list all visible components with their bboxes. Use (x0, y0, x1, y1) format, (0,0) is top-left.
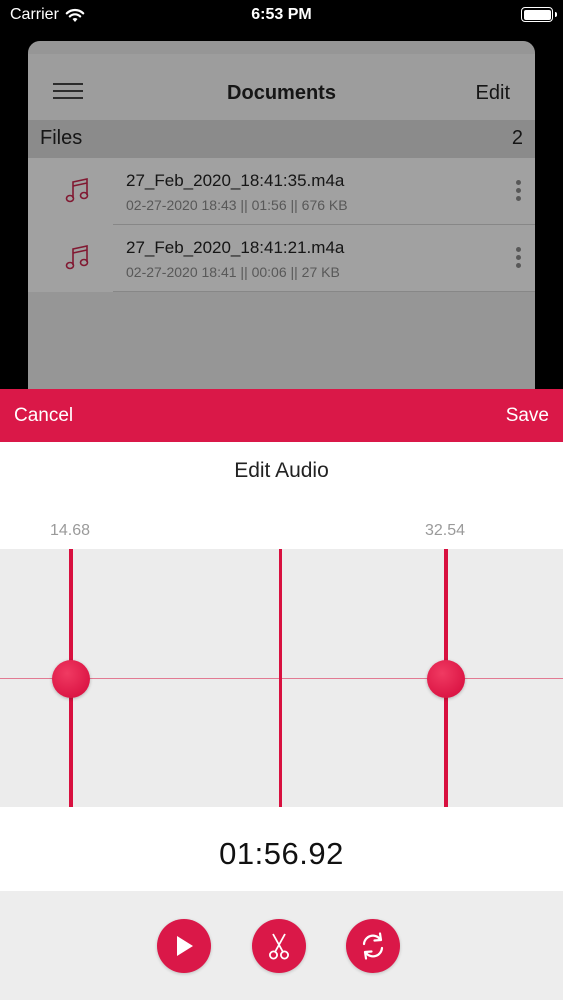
status-bar: Carrier 6:53 PM (0, 0, 563, 30)
music-note-icon (65, 178, 89, 203)
file-list-item[interactable]: 27_Feb_2020_18:41:35.m4a 02-27-2020 18:4… (28, 158, 535, 225)
reset-button[interactable] (346, 919, 400, 973)
battery-icon (521, 7, 557, 22)
save-button[interactable]: Save (506, 405, 549, 427)
end-trim-handle[interactable] (427, 660, 465, 698)
documents-sheet: Documents Edit Files 2 27_Feb_2020_18:41… (28, 41, 535, 401)
edit-button[interactable]: Edit (476, 82, 510, 105)
files-section-header: Files 2 (28, 120, 535, 158)
divider (113, 291, 535, 292)
file-meta: 02-27-2020 18:43 || 01:56 || 676 KB (126, 197, 348, 213)
playhead-line[interactable] (278, 549, 282, 807)
file-list-item[interactable]: 27_Feb_2020_18:41:21.m4a 02-27-2020 18:4… (28, 225, 535, 292)
status-time: 6:53 PM (251, 6, 312, 23)
current-time-display: 01:56.92 (219, 836, 344, 871)
refresh-icon (362, 932, 384, 960)
scissors-icon (269, 933, 289, 960)
documents-header: Documents Edit (28, 54, 535, 120)
edit-audio-panel: Cancel Save Edit Audio 14.68 32.54 01:56… (0, 389, 563, 1000)
documents-title: Documents (227, 82, 336, 104)
playback-controls (0, 891, 563, 1000)
more-vertical-icon[interactable] (516, 180, 521, 202)
end-marker-label: 32.54 (424, 522, 466, 539)
files-label: Files (40, 127, 83, 149)
edit-audio-title: Edit Audio (234, 459, 329, 482)
start-marker-label: 14.68 (49, 522, 91, 539)
edit-toolbar: Cancel Save (0, 389, 563, 442)
waveform-area[interactable] (0, 549, 563, 807)
play-icon (177, 936, 193, 956)
music-note-icon (65, 245, 89, 270)
file-name: 27_Feb_2020_18:41:35.m4a (126, 171, 345, 190)
file-meta: 02-27-2020 18:41 || 00:06 || 27 KB (126, 264, 340, 280)
cancel-button[interactable]: Cancel (14, 405, 73, 427)
files-count: 2 (511, 127, 523, 149)
start-trim-handle[interactable] (52, 660, 90, 698)
more-vertical-icon[interactable] (516, 247, 521, 269)
play-button[interactable] (157, 919, 211, 973)
file-name: 27_Feb_2020_18:41:21.m4a (126, 238, 345, 257)
trim-button[interactable] (252, 919, 306, 973)
